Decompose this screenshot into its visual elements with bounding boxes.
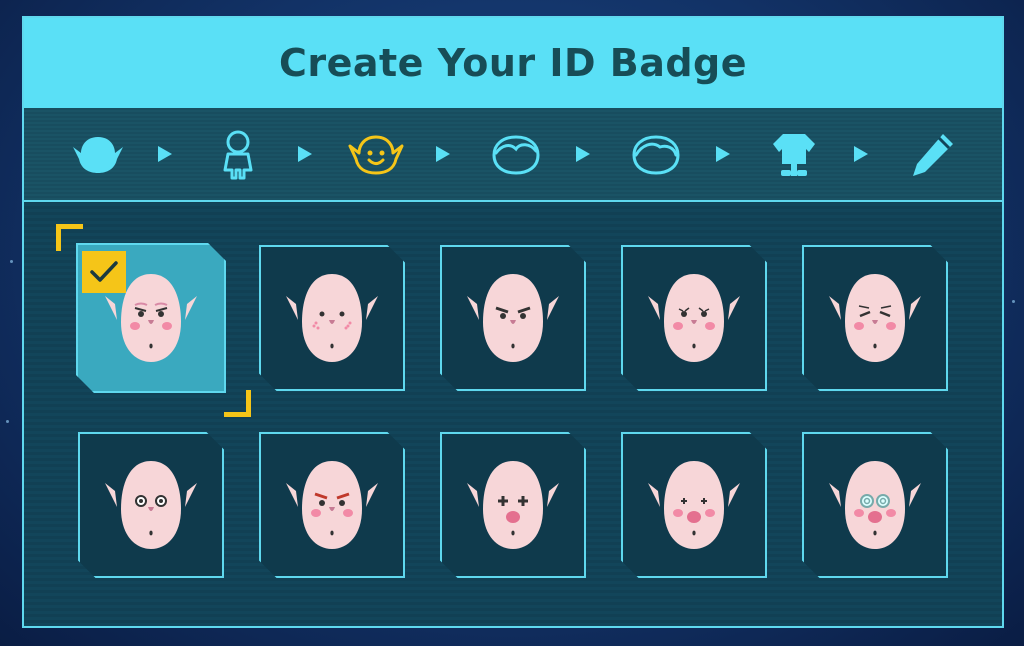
face-option-card[interactable] (259, 245, 405, 391)
page-title: Create Your ID Badge (278, 41, 748, 85)
outfit-icon (773, 134, 815, 176)
pencil-icon (913, 134, 953, 176)
step-navigation (24, 108, 1002, 202)
face-preview-icon (105, 461, 197, 549)
step-outfit[interactable] (766, 130, 822, 180)
step-arrow-icon (716, 146, 730, 162)
step-face[interactable] (348, 130, 404, 180)
selection-bracket (56, 224, 83, 251)
step-head-shape[interactable] (70, 130, 126, 180)
face-option-card[interactable] (802, 245, 948, 391)
body-outline-icon (223, 130, 253, 180)
face-option-card[interactable] (78, 432, 224, 578)
step-arrow-icon (576, 146, 590, 162)
face-option-card[interactable] (621, 432, 767, 578)
step-arrow-icon (436, 146, 450, 162)
head-shape-icon (73, 137, 123, 173)
panel-header: Create Your ID Badge (24, 18, 1002, 108)
hair-icon (492, 135, 540, 175)
face-icon (348, 135, 404, 175)
face-preview-icon (648, 461, 740, 549)
face-option-card[interactable] (440, 245, 586, 391)
face-preview-icon (467, 461, 559, 549)
face-preview-icon (829, 461, 921, 549)
face-option-card[interactable] (440, 432, 586, 578)
face-preview-icon (467, 274, 559, 362)
face-option-card[interactable] (259, 432, 405, 578)
step-hair-alt[interactable] (628, 130, 684, 180)
face-preview-icon (286, 461, 378, 549)
face-option-card[interactable] (802, 432, 948, 578)
background-sparkle (10, 260, 13, 263)
background-sparkle (1012, 300, 1015, 303)
selected-check-icon (82, 251, 126, 293)
selection-bracket (224, 390, 251, 417)
face-preview-icon (648, 274, 740, 362)
background-sparkle (6, 420, 9, 423)
face-preview-icon (286, 274, 378, 362)
step-arrow-icon (854, 146, 868, 162)
step-body-size[interactable] (210, 130, 266, 180)
step-arrow-icon (158, 146, 172, 162)
face-option-card[interactable] (621, 245, 767, 391)
step-arrow-icon (298, 146, 312, 162)
face-preview-icon (829, 274, 921, 362)
step-name[interactable] (904, 130, 960, 180)
step-hair[interactable] (488, 130, 544, 180)
hair-alt-icon (632, 135, 680, 175)
